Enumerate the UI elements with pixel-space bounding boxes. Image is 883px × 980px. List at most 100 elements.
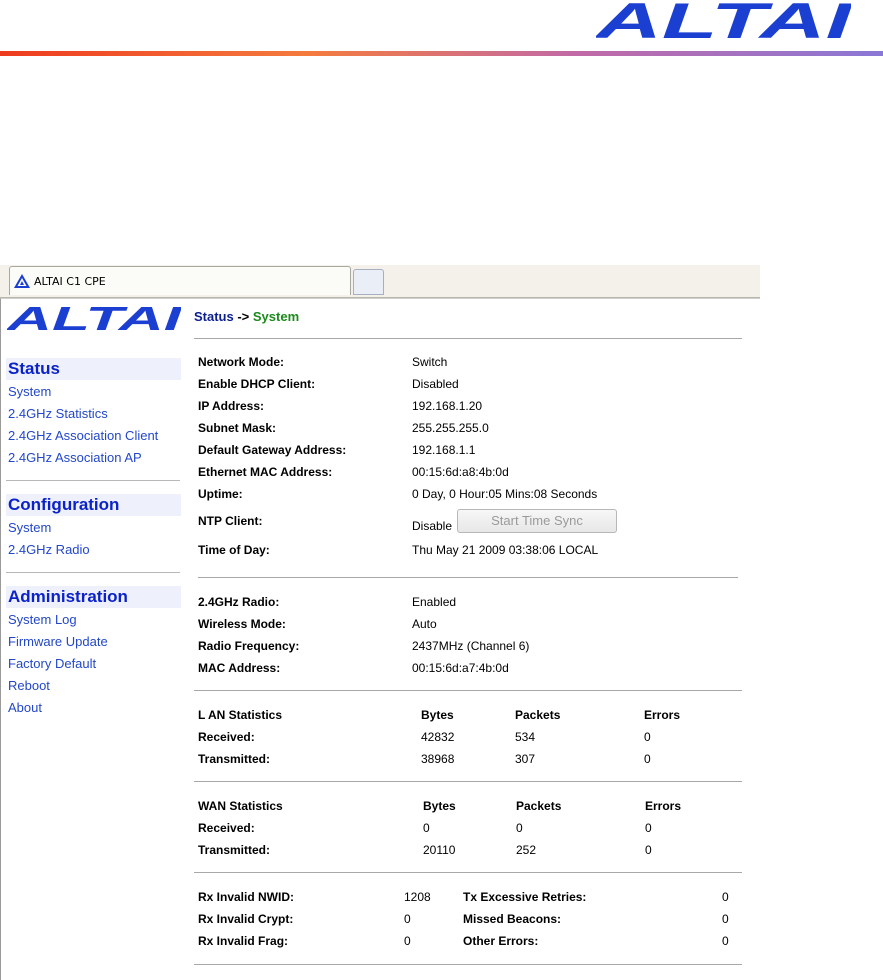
dhcp-client-label: Enable DHCP Client:	[198, 377, 316, 391]
missed-beacons-value: 0	[722, 912, 729, 926]
breadcrumb-section: Status	[194, 309, 234, 324]
radio-label: 2.4GHz Radio:	[198, 595, 280, 609]
lan-received-errors: 0	[644, 730, 651, 744]
ntp-client-value: Disable	[412, 519, 453, 533]
tab-altai-c1-cpe[interactable]: ALTAI C1 CPE	[9, 266, 351, 295]
default-gateway-value: 192.168.1.1	[412, 443, 476, 457]
ntp-client-label: NTP Client:	[198, 514, 263, 528]
wireless-mode-value: Auto	[412, 617, 437, 631]
wan-bytes-header: Bytes	[423, 799, 456, 813]
sidebar-item-config-system[interactable]: System	[8, 520, 51, 535]
dhcp-client-value: Disabled	[412, 377, 459, 391]
rx-invalid-nwid-value: 1208	[404, 890, 431, 904]
network-mode-value: Switch	[412, 355, 448, 369]
lan-statistics-title: L AN Statistics	[198, 708, 283, 722]
sidebar-item-2-4ghz-association-client[interactable]: 2.4GHz Association Client	[8, 428, 158, 443]
svg-text:ALTAI: ALTAI	[596, 0, 851, 40]
sidebar-item-2-4ghz-statistics[interactable]: 2.4GHz Statistics	[8, 406, 108, 421]
section-divider	[194, 781, 742, 782]
section-divider	[194, 964, 742, 965]
wan-received-packets: 0	[516, 821, 523, 835]
wireless-mode-label: Wireless Mode:	[198, 617, 286, 631]
rx-invalid-crypt-label: Rx Invalid Crypt:	[198, 912, 294, 926]
other-errors-label: Other Errors:	[463, 934, 539, 948]
tab-bar: ALTAI C1 CPE	[0, 265, 760, 298]
wan-transmitted-errors: 0	[645, 843, 652, 857]
start-time-sync-button[interactable]: Start Time Sync	[457, 509, 617, 533]
ip-address-value: 192.168.1.20	[412, 399, 483, 413]
ethernet-mac-value: 00:15:6d:a8:4b:0d	[412, 465, 509, 479]
sidebar-item-firmware-update[interactable]: Firmware Update	[8, 634, 108, 649]
tx-excessive-retries-value: 0	[722, 890, 729, 904]
lan-received-bytes: 42832	[421, 730, 455, 744]
sidebar-item-system-log[interactable]: System Log	[8, 612, 77, 627]
uptime-label: Uptime:	[198, 487, 243, 501]
network-mode-label: Network Mode:	[198, 355, 285, 369]
section-divider	[194, 872, 742, 873]
sidebar-heading-status: Status	[6, 358, 181, 380]
time-of-day-value: Thu May 21 2009 03:38:06 LOCAL	[412, 543, 599, 557]
lan-transmitted-errors: 0	[644, 752, 651, 766]
altai-favicon-icon	[14, 274, 30, 288]
wan-received-bytes: 0	[423, 821, 430, 835]
breadcrumb-page: System	[252, 309, 300, 324]
subnet-mask-value: 255.255.255.0	[412, 421, 489, 435]
new-tab-button[interactable]	[353, 269, 384, 295]
radio-frequency-label: Radio Frequency:	[198, 639, 300, 653]
wan-transmitted-packets: 252	[516, 843, 537, 857]
browser-window: ALTAI C1 CPE ALTAI Status System 2.4GHz …	[0, 265, 760, 980]
radio-value: Enabled	[412, 595, 457, 609]
lan-received-packets: 534	[515, 730, 536, 744]
sidebar-heading-configuration: Configuration	[6, 494, 181, 516]
rx-invalid-frag-value: 0	[404, 934, 411, 948]
lan-received-label: Received:	[198, 730, 255, 744]
mac-address-label: MAC Address:	[198, 661, 281, 675]
tx-excessive-retries-label: Tx Excessive Retries:	[463, 890, 587, 904]
subnet-mask-label: Subnet Mask:	[198, 421, 277, 435]
rx-invalid-crypt-value: 0	[404, 912, 411, 926]
default-gateway-label: Default Gateway Address:	[198, 443, 347, 457]
sidebar-item-2-4ghz-radio[interactable]: 2.4GHz Radio	[8, 542, 90, 557]
ip-address-label: IP Address:	[198, 399, 265, 413]
wan-transmitted-label: Transmitted:	[198, 843, 271, 857]
header-gradient-rule	[0, 51, 883, 56]
rx-invalid-nwid-label: Rx Invalid NWID:	[198, 890, 295, 904]
lan-transmitted-packets: 307	[515, 752, 536, 766]
sidebar-item-reboot[interactable]: Reboot	[8, 678, 50, 693]
breadcrumb-separator: ->	[233, 309, 253, 324]
svg-text:ALTAI: ALTAI	[7, 305, 181, 331]
wan-received-label: Received:	[198, 821, 255, 835]
section-divider	[198, 577, 738, 578]
wan-transmitted-bytes: 20110	[423, 843, 456, 857]
wan-errors-header: Errors	[645, 799, 682, 813]
time-of-day-label: Time of Day:	[198, 543, 270, 557]
section-divider	[194, 690, 742, 691]
ethernet-mac-label: Ethernet MAC Address:	[198, 465, 333, 479]
sidebar-divider	[6, 480, 180, 481]
other-errors-value: 0	[722, 934, 729, 948]
lan-transmitted-bytes: 38968	[421, 752, 455, 766]
sidebar-altai-logo: ALTAI	[7, 305, 181, 331]
lan-bytes-header: Bytes	[421, 708, 454, 722]
missed-beacons-label: Missed Beacons:	[463, 912, 562, 926]
lan-transmitted-label: Transmitted:	[198, 752, 271, 766]
page-content: ALTAI Status System 2.4GHz Statistics 2.…	[0, 298, 760, 980]
sidebar-heading-administration: Administration	[6, 586, 181, 608]
sidebar-item-status-system[interactable]: System	[8, 384, 51, 399]
sidebar-item-about[interactable]: About	[8, 700, 42, 715]
sidebar-item-2-4ghz-association-ap[interactable]: 2.4GHz Association AP	[8, 450, 142, 465]
sidebar-divider	[6, 572, 180, 573]
wan-packets-header: Packets	[516, 799, 562, 813]
section-divider	[194, 338, 742, 339]
tab-title: ALTAI C1 CPE	[34, 275, 106, 288]
breadcrumb: Status -> System	[194, 309, 299, 324]
sidebar-item-factory-default[interactable]: Factory Default	[8, 656, 96, 671]
wan-received-errors: 0	[645, 821, 652, 835]
radio-frequency-value: 2437MHz (Channel 6)	[412, 639, 530, 653]
lan-packets-header: Packets	[515, 708, 561, 722]
rx-invalid-frag-label: Rx Invalid Frag:	[198, 934, 289, 948]
wan-statistics-title: WAN Statistics	[198, 799, 283, 813]
uptime-value: 0 Day, 0 Hour:05 Mins:08 Seconds	[412, 487, 598, 501]
mac-address-value: 00:15:6d:a7:4b:0d	[412, 661, 509, 675]
altai-logo: ALTAI	[596, 0, 851, 40]
